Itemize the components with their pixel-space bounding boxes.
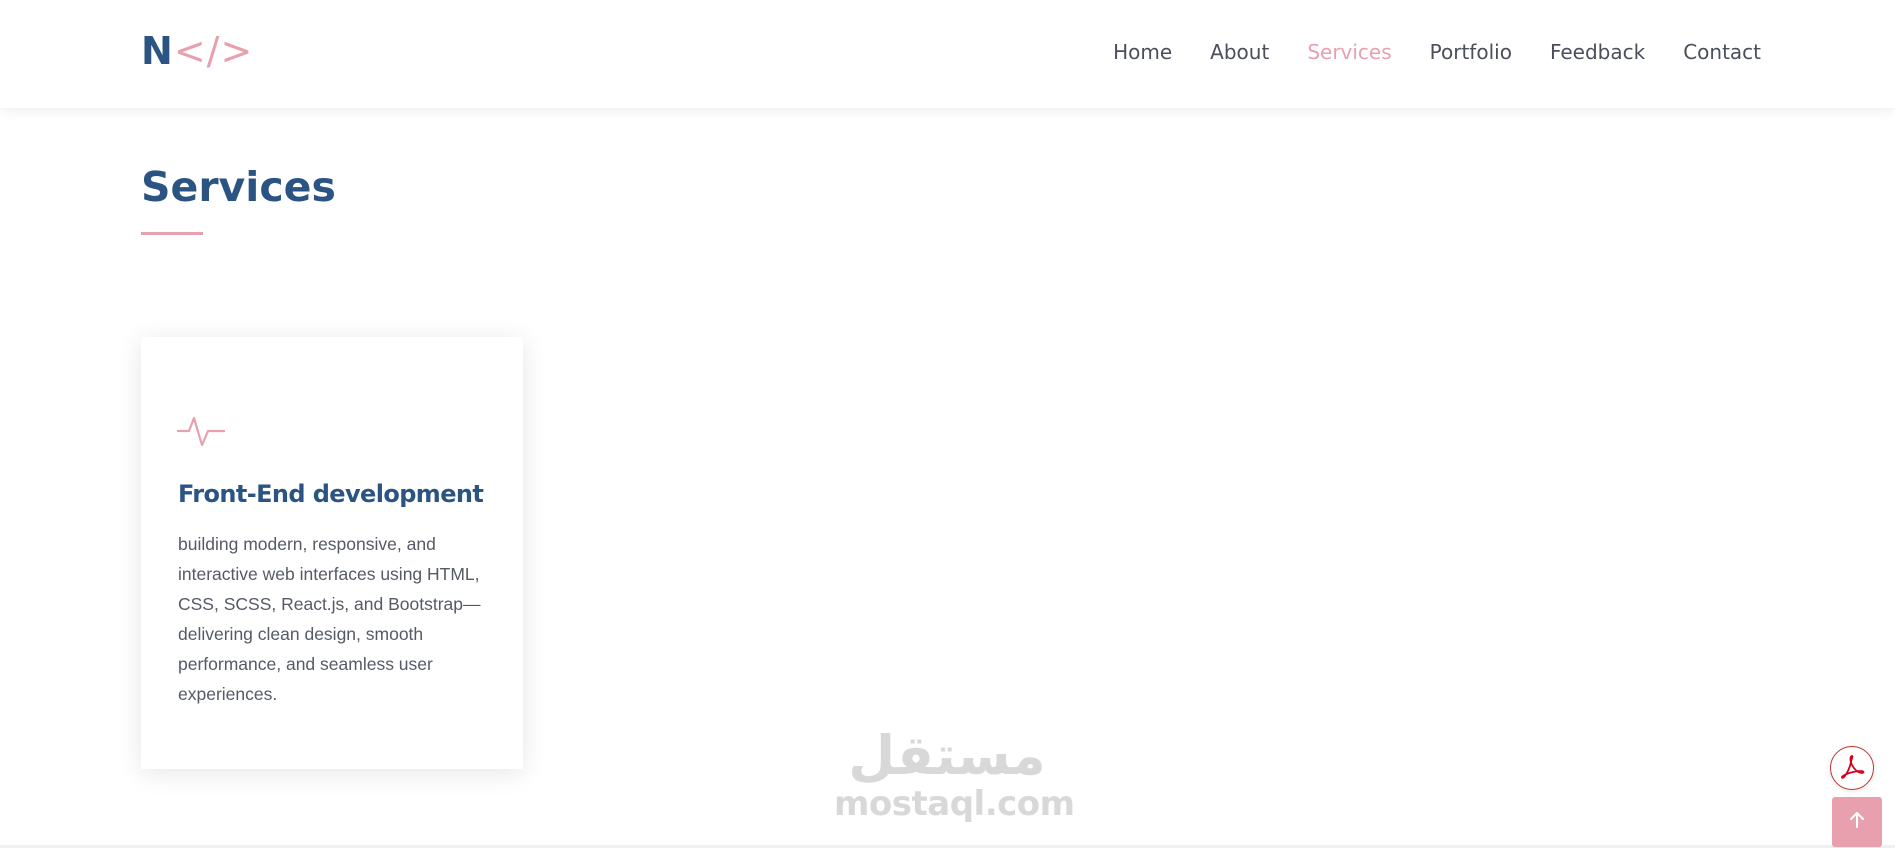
- nav-contact[interactable]: Contact: [1683, 36, 1761, 68]
- main-nav: Home About Services Portfolio Feedback C…: [1113, 36, 1761, 68]
- site-header: N</> Home About Services Portfolio Feedb…: [0, 0, 1895, 108]
- card-title: Front-End development: [178, 480, 484, 508]
- title-underline: [141, 232, 203, 235]
- card-description: building modern, responsive, and interac…: [178, 534, 481, 704]
- watermark-latin: mostaql.com: [834, 784, 1075, 824]
- mostaql-watermark: مستقل mostaql.com: [834, 724, 1075, 830]
- nav-feedback[interactable]: Feedback: [1550, 36, 1645, 68]
- nav-home[interactable]: Home: [1113, 36, 1172, 68]
- logo-code-symbol: </>: [173, 29, 254, 73]
- nav-services[interactable]: Services: [1307, 36, 1391, 68]
- nav-about[interactable]: About: [1210, 36, 1269, 68]
- scroll-top-button[interactable]: [1832, 797, 1882, 847]
- arrow-up-icon: [1848, 811, 1866, 834]
- pdf-download-button[interactable]: [1830, 746, 1874, 790]
- logo-letter: N: [141, 29, 174, 73]
- service-card: Front-End development building modern, r…: [141, 337, 523, 769]
- pulse-icon: [176, 412, 226, 450]
- nav-portfolio[interactable]: Portfolio: [1430, 36, 1512, 68]
- watermark-arabic: مستقل: [848, 724, 1046, 787]
- site-logo[interactable]: N</>: [141, 28, 253, 74]
- section-title: Services: [141, 163, 336, 211]
- acrobat-icon: [1839, 753, 1865, 784]
